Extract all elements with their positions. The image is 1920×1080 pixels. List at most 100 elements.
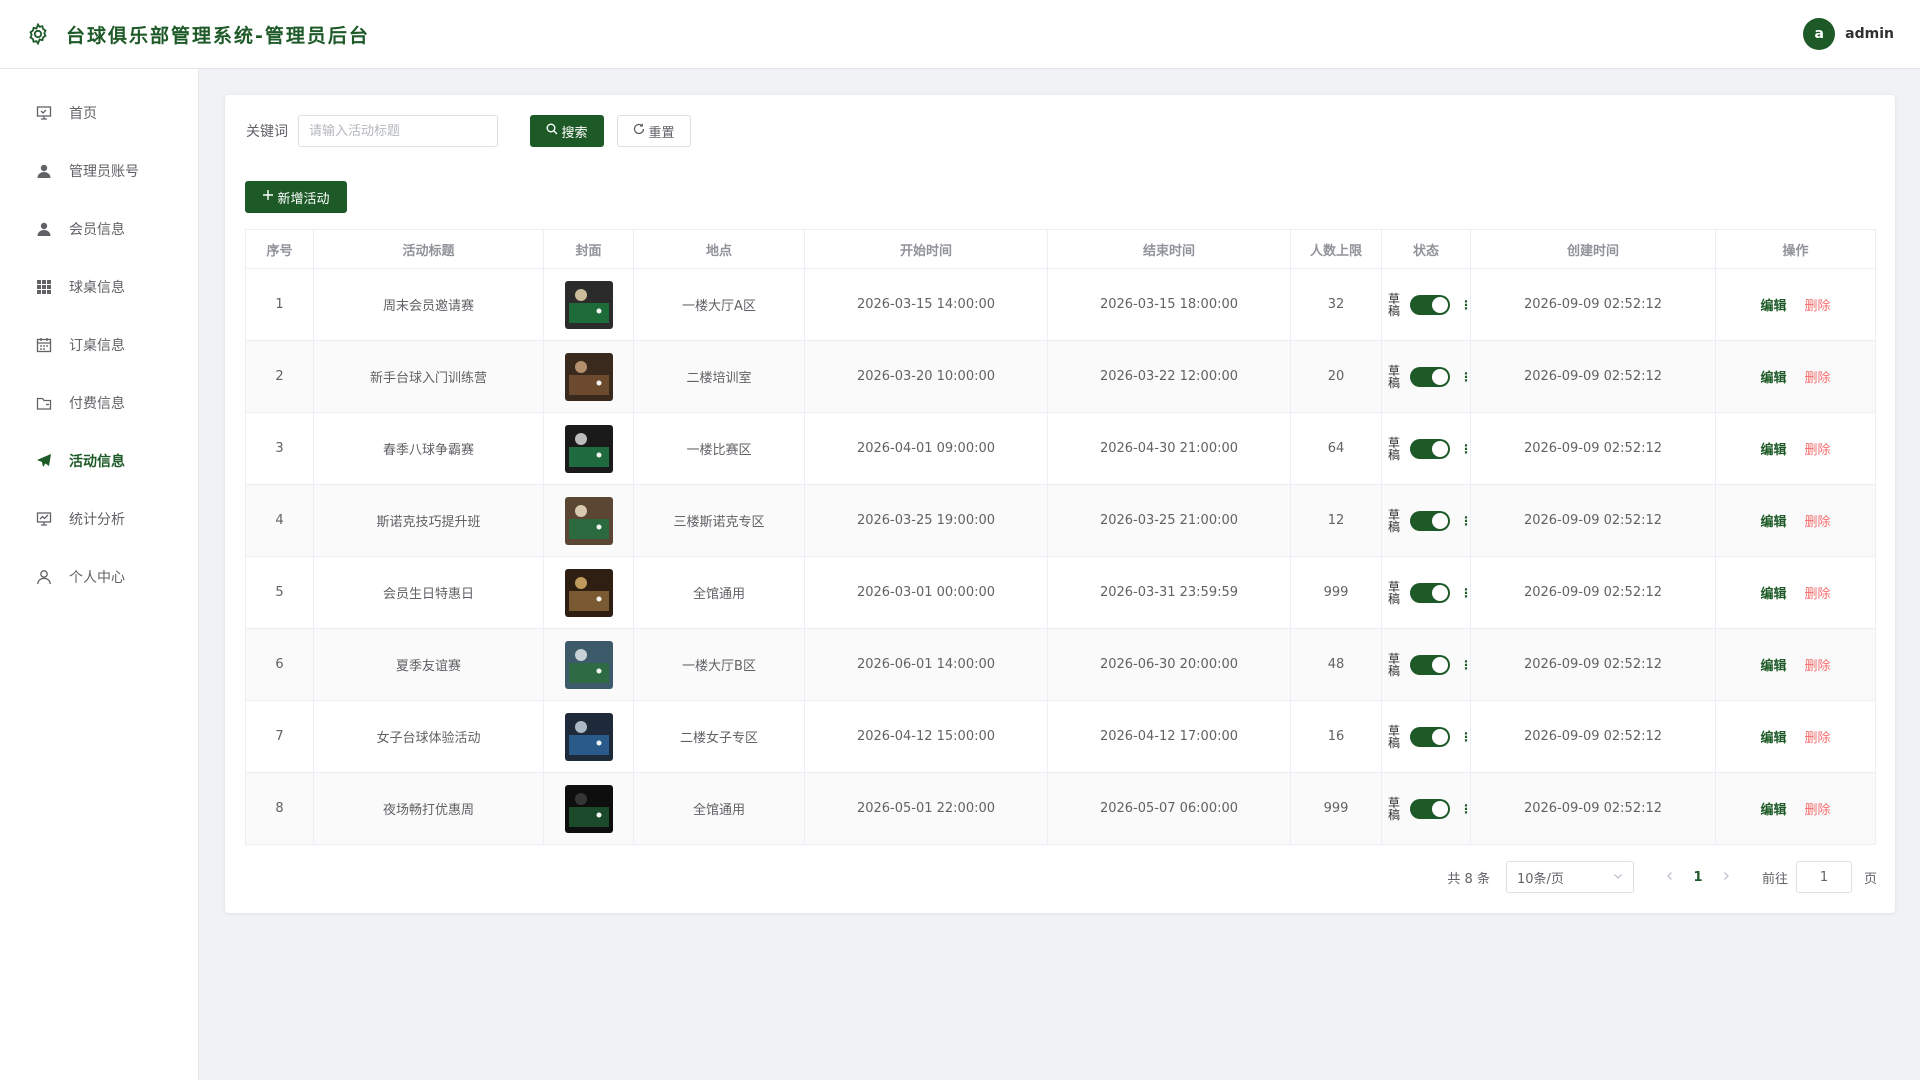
cover-image[interactable] (564, 784, 613, 833)
cell-cover (543, 772, 634, 845)
cell-created-time: 2026-09-09 02:52:12 (1470, 484, 1716, 557)
search-button-label: 搜索 (561, 125, 588, 141)
status-toggle[interactable] (1410, 582, 1450, 603)
cover-image[interactable] (564, 352, 613, 401)
more-icon[interactable]: ⋮ (1460, 659, 1472, 671)
edit-button[interactable]: 编辑 (1760, 299, 1786, 314)
status-text: 草稿 (1388, 363, 1401, 390)
avatar[interactable]: a (1803, 18, 1836, 50)
cell-location: 一楼大厅B区 (633, 628, 805, 701)
calendar-icon (35, 336, 53, 354)
sidebar-item-bookings[interactable]: 订桌信息 (0, 316, 198, 374)
edit-button[interactable]: 编辑 (1760, 731, 1786, 746)
status-toggle[interactable] (1410, 294, 1450, 315)
cell-actions: 编辑 删除 (1715, 700, 1876, 773)
sidebar-item-tables[interactable]: 球桌信息 (0, 258, 198, 316)
delete-button[interactable]: 删除 (1805, 371, 1831, 386)
cell-end-time: 2026-03-25 21:00:00 (1047, 484, 1291, 557)
edit-button[interactable]: 编辑 (1760, 659, 1786, 674)
delete-button[interactable]: 删除 (1805, 803, 1831, 818)
more-icon[interactable]: ⋮ (1460, 587, 1472, 599)
delete-button[interactable]: 删除 (1805, 731, 1831, 746)
cell-index: 7 (245, 700, 314, 773)
search-input[interactable] (298, 115, 498, 147)
more-icon[interactable]: ⋮ (1460, 299, 1472, 311)
status-text: 草稿 (1388, 435, 1401, 462)
cell-status: 草稿 ⋮ (1381, 412, 1472, 485)
cover-image[interactable] (564, 496, 613, 545)
goto-page-input[interactable] (1795, 861, 1852, 893)
cover-image[interactable] (564, 712, 613, 761)
status-text: 草稿 (1388, 723, 1401, 750)
table-row: 4 斯诺克技巧提升班 三楼斯诺克专区 2026-03-25 19:00:00 2026-… (245, 484, 1876, 557)
edit-button[interactable]: 编辑 (1760, 371, 1786, 386)
cell-status: 草稿 ⋮ (1381, 700, 1472, 773)
cell-status: 草稿 ⋮ (1381, 556, 1472, 629)
plus-icon (262, 189, 274, 205)
status-toggle[interactable] (1410, 798, 1450, 819)
gear-icon (24, 20, 52, 48)
search-button[interactable]: 搜索 (530, 115, 604, 147)
delete-button[interactable]: 删除 (1805, 443, 1831, 458)
delete-button[interactable]: 删除 (1805, 299, 1831, 314)
edit-button[interactable]: 编辑 (1760, 515, 1786, 530)
user-menu[interactable]: a admin (1803, 18, 1894, 50)
wallet-icon (35, 394, 53, 412)
add-button-label: 新增活动 (277, 191, 330, 207)
sidebar-item-statistics[interactable]: 统计分析 (0, 490, 198, 548)
cell-title: 会员生日特惠日 (313, 556, 544, 629)
cell-index: 8 (245, 772, 314, 845)
add-activity-button[interactable]: 新增活动 (245, 181, 347, 213)
status-text: 草稿 (1388, 579, 1401, 606)
sidebar-item-profile[interactable]: 个人中心 (0, 548, 198, 606)
page-size-select[interactable]: 10条/页 (1505, 861, 1634, 893)
cell-start-time: 2026-04-01 09:00:00 (804, 412, 1048, 485)
edit-button[interactable]: 编辑 (1760, 803, 1786, 818)
more-icon[interactable]: ⋮ (1460, 371, 1472, 383)
more-icon[interactable]: ⋮ (1460, 515, 1472, 527)
username[interactable]: admin (1845, 26, 1894, 42)
more-icon[interactable]: ⋮ (1460, 731, 1472, 743)
status-toggle[interactable] (1410, 654, 1450, 675)
sidebar-item-home[interactable]: 首页 (0, 84, 198, 142)
cover-image[interactable] (564, 568, 613, 617)
cell-created-time: 2026-09-09 02:52:12 (1470, 412, 1716, 485)
cover-image[interactable] (564, 640, 613, 689)
page-number[interactable]: 1 (1684, 870, 1712, 885)
cell-cover (543, 268, 634, 341)
next-page-button[interactable] (1712, 869, 1740, 885)
more-icon[interactable]: ⋮ (1460, 443, 1472, 455)
column-header: 创建时间 (1470, 229, 1716, 269)
sidebar-item-label: 会员信息 (69, 222, 125, 238)
delete-button[interactable]: 删除 (1805, 587, 1831, 602)
cover-image[interactable] (564, 424, 613, 473)
user-icon (35, 162, 53, 180)
status-toggle[interactable] (1410, 510, 1450, 531)
delete-button[interactable]: 删除 (1805, 515, 1831, 530)
table-row: 7 女子台球体验活动 二楼女子专区 2026-04-12 15:00:00 2026-0… (245, 700, 1876, 773)
sidebar-item-members[interactable]: 会员信息 (0, 200, 198, 258)
sidebar-item-payments[interactable]: 付费信息 (0, 374, 198, 432)
grid-icon (35, 278, 53, 296)
delete-button[interactable]: 删除 (1805, 659, 1831, 674)
more-icon[interactable]: ⋮ (1460, 803, 1472, 815)
cover-image[interactable] (564, 280, 613, 329)
cell-title: 斯诺克技巧提升班 (313, 484, 544, 557)
status-toggle[interactable] (1410, 366, 1450, 387)
cell-end-time: 2026-04-30 21:00:00 (1047, 412, 1291, 485)
edit-button[interactable]: 编辑 (1760, 443, 1786, 458)
reset-button[interactable]: 重置 (617, 115, 691, 147)
cell-index: 6 (245, 628, 314, 701)
edit-button[interactable]: 编辑 (1760, 587, 1786, 602)
prev-page-button[interactable] (1656, 869, 1684, 885)
cell-end-time: 2026-03-31 23:59:59 (1047, 556, 1291, 629)
search-icon (546, 123, 558, 139)
cell-cover (543, 628, 634, 701)
column-header: 人数上限 (1290, 229, 1382, 269)
sidebar-item-activities[interactable]: 活动信息 (0, 432, 198, 490)
cell-index: 2 (245, 340, 314, 413)
status-toggle[interactable] (1410, 438, 1450, 459)
sidebar-item-label: 个人中心 (69, 570, 125, 586)
status-toggle[interactable] (1410, 726, 1450, 747)
sidebar-item-admin-accounts[interactable]: 管理员账号 (0, 142, 198, 200)
